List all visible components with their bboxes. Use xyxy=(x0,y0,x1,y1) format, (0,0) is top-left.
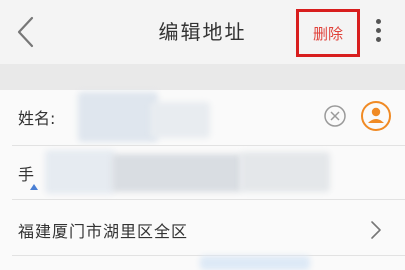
section-gap xyxy=(0,64,405,90)
name-label: 姓名: xyxy=(18,109,56,128)
phone-input-redacted-3 xyxy=(240,152,330,192)
address-input-redacted[interactable] xyxy=(200,256,310,270)
contact-person-icon[interactable] xyxy=(360,100,392,132)
text-cursor-handle[interactable] xyxy=(30,184,38,190)
region-field-row[interactable]: 福建厦门市湖里区全区 xyxy=(0,200,405,256)
clear-icon[interactable] xyxy=(323,104,347,128)
name-input-redacted-2 xyxy=(150,102,210,138)
back-icon[interactable] xyxy=(14,14,38,50)
name-input-redacted[interactable] xyxy=(78,92,158,142)
chevron-right-icon[interactable] xyxy=(370,220,382,240)
delete-button[interactable]: 删除 xyxy=(296,9,360,57)
region-value: 福建厦门市湖里区全区 xyxy=(18,222,189,241)
name-field-row[interactable]: 姓名: xyxy=(0,90,405,146)
phone-field-row[interactable]: 手 xyxy=(0,146,405,200)
top-bar: 编辑地址 删除 xyxy=(0,0,405,64)
phone-input-redacted[interactable] xyxy=(45,150,115,194)
more-vertical-icon[interactable] xyxy=(370,16,386,48)
phone-label: 手 xyxy=(18,165,35,184)
address-field-row[interactable] xyxy=(0,256,405,270)
phone-input-redacted-2 xyxy=(112,154,242,192)
